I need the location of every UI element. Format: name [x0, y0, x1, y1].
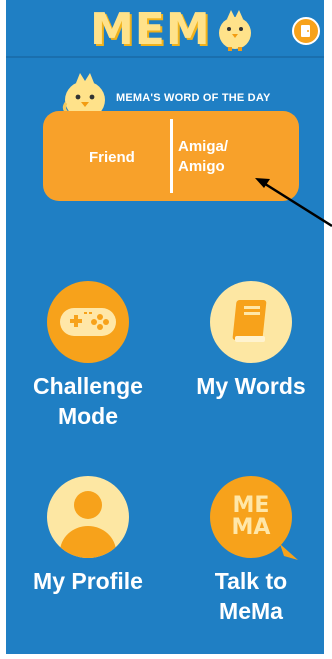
word-of-day-card[interactable]: Friend Amiga/ Amigo — [43, 111, 299, 201]
talk-to-mema-label: Talk to MeMa — [214, 568, 288, 624]
word-english: Friend — [89, 149, 135, 166]
bottom-edge — [0, 654, 332, 659]
door-menu-icon[interactable] — [292, 17, 320, 45]
chat-icon-text-top: ME — [232, 493, 270, 518]
mema-logo: MEM — [90, 3, 255, 55]
challenge-mode-button[interactable]: Challenge Mode — [13, 281, 163, 431]
chick-logo-icon — [218, 10, 251, 51]
challenge-mode-label: Challenge Mode — [33, 373, 143, 429]
chat-icon-text-bottom: MA — [231, 515, 271, 540]
my-words-label: My Words — [196, 373, 306, 399]
my-profile-label: My Profile — [33, 568, 143, 594]
app-header: MEM — [6, 0, 324, 58]
user-icon — [47, 476, 129, 558]
gamepad-icon — [47, 281, 129, 363]
logo-text: MEM — [90, 3, 211, 55]
my-profile-button[interactable]: My Profile — [13, 476, 163, 596]
talk-to-mema-button[interactable]: ME MA Talk to MeMa — [176, 476, 326, 626]
right-edge — [324, 0, 332, 659]
mema-chat-icon: ME MA — [210, 476, 298, 560]
word-divider — [170, 119, 173, 193]
my-words-button[interactable]: My Words — [176, 281, 326, 401]
book-icon — [210, 281, 292, 363]
word-of-day-heading: MEMA'S WORD OF THE DAY — [116, 92, 271, 104]
word-spanish: Amiga/ Amigo — [178, 138, 229, 175]
app-screen: MEM MEMA'S WORD OF THE DAY Friend Amiga/… — [6, 0, 324, 654]
